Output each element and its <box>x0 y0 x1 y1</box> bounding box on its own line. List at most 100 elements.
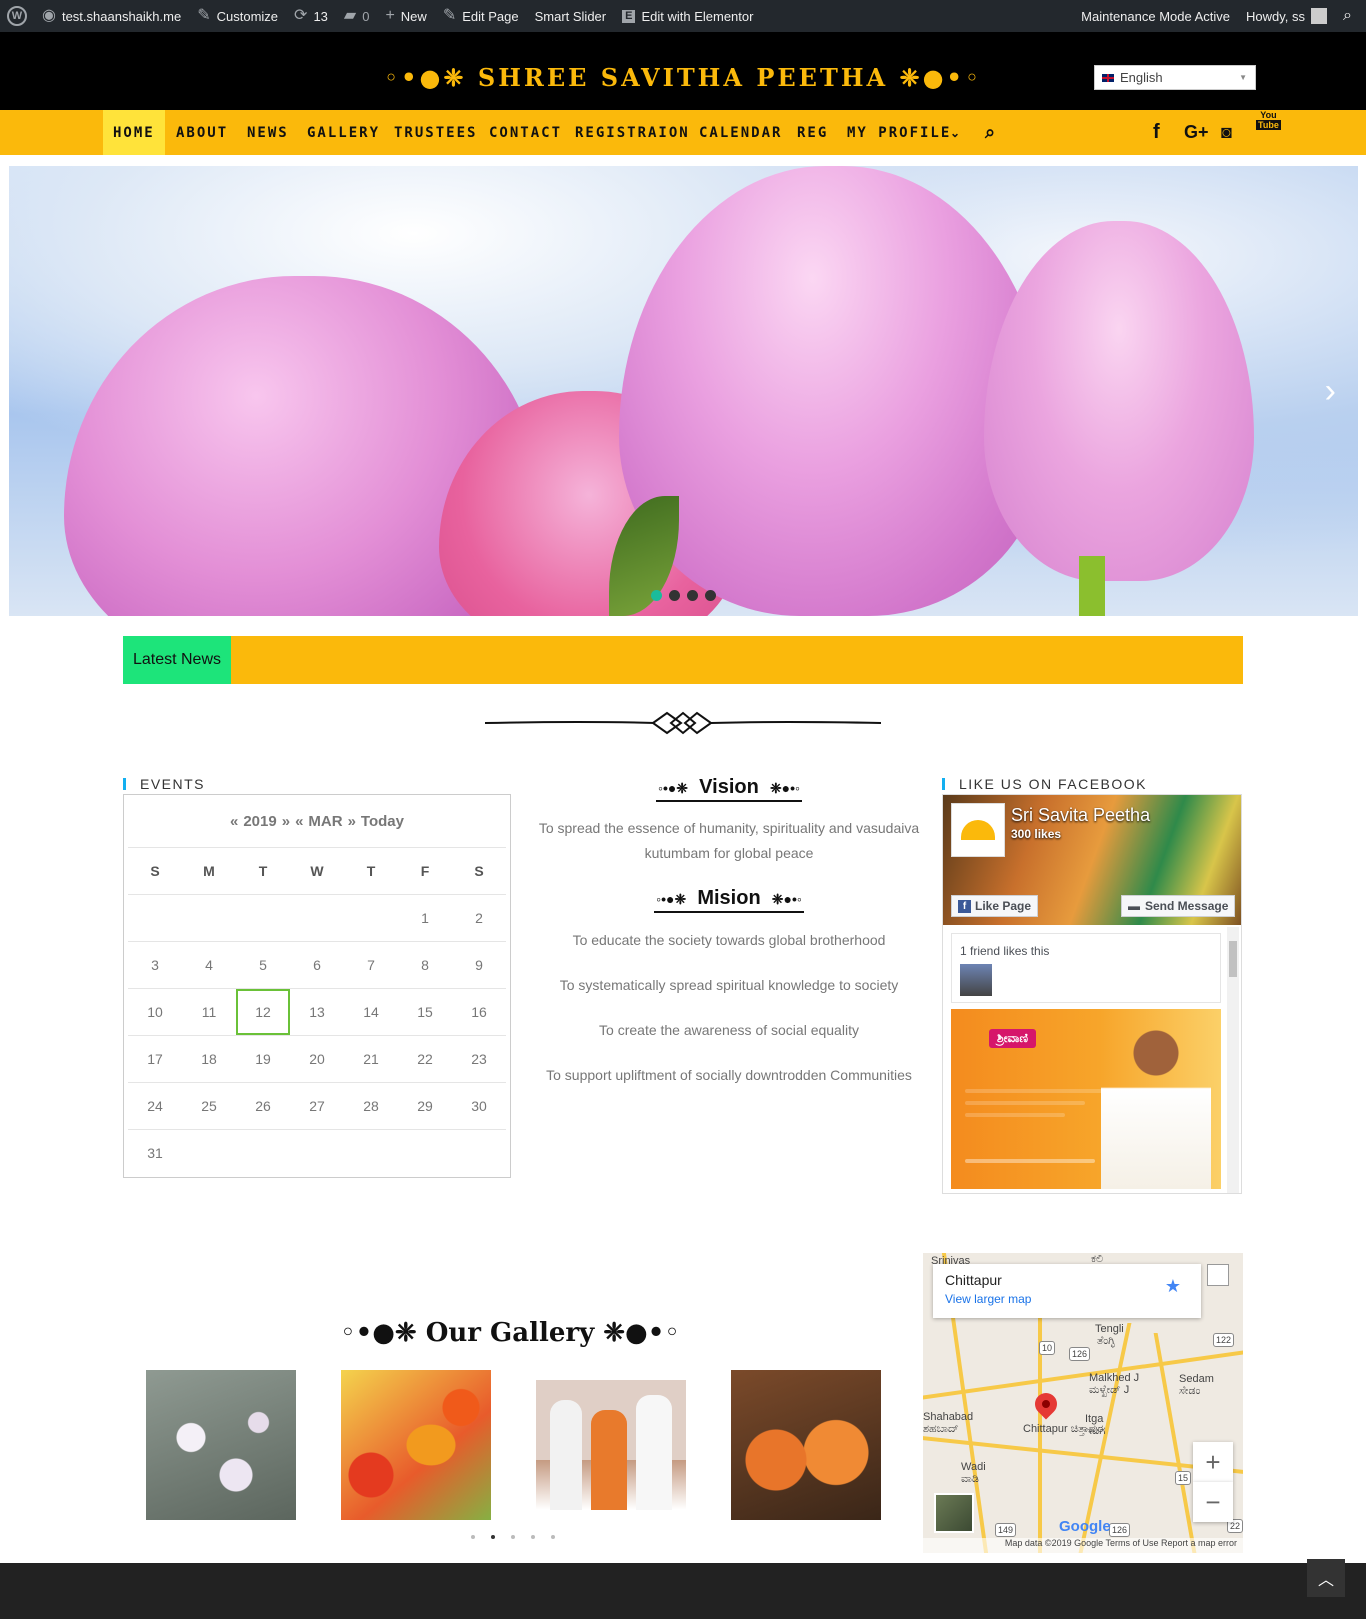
instagram-icon[interactable]: ◙ <box>1221 110 1232 155</box>
next-month-button[interactable]: » <box>348 813 356 830</box>
map-pin-icon[interactable] <box>1030 1388 1062 1420</box>
nav-about[interactable]: ABOUT <box>176 110 228 155</box>
today-button[interactable]: Today <box>361 813 404 830</box>
google-map[interactable]: Srinivas ಕಲಿ Tengli ತೆಂಗ್ಳಿ Malkhed J ಮಳ… <box>923 1253 1243 1553</box>
calendar-day[interactable]: 31 <box>128 1130 182 1176</box>
zoom-in-button[interactable]: + <box>1193 1442 1233 1482</box>
gallery-dot[interactable] <box>491 1535 495 1539</box>
slider-dot[interactable] <box>705 590 716 601</box>
gallery-dot[interactable] <box>511 1535 515 1539</box>
admin-account-menu[interactable]: Howdy, ss <box>1238 0 1335 32</box>
facebook-icon[interactable]: f <box>1153 110 1160 155</box>
satellite-toggle[interactable] <box>934 1493 974 1533</box>
calendar-day[interactable]: 25 <box>182 1083 236 1129</box>
nav-gallery[interactable]: GALLERY <box>307 110 380 155</box>
calendar-day[interactable]: 16 <box>452 989 506 1035</box>
calendar-day[interactable]: 30 <box>452 1083 506 1129</box>
nav-trustees[interactable]: TRUSTEES <box>394 110 477 155</box>
nav-calendar[interactable]: CALENDAR <box>699 110 782 155</box>
facebook-cover[interactable]: Sri Savita Peetha 300 likes f Like Page ▬… <box>943 795 1241 925</box>
gallery-dot[interactable] <box>471 1535 475 1539</box>
admin-site-link[interactable]: ◉ test.shaanshaikh.me <box>34 0 189 32</box>
nav-my-profile[interactable]: MY PROFILE <box>847 110 951 155</box>
facebook-page-name[interactable]: Sri Savita Peetha <box>1011 805 1150 826</box>
gallery-image-event[interactable] <box>536 1370 686 1520</box>
facebook-send-message-button[interactable]: ▬ Send Message <box>1121 895 1236 917</box>
wordpress-logo-icon[interactable]: W <box>0 0 34 32</box>
facebook-like-page-button[interactable]: f Like Page <box>951 895 1039 917</box>
zoom-out-button[interactable]: − <box>1193 1482 1233 1522</box>
nav-contact[interactable]: CONTACT <box>489 110 562 155</box>
gallery-dot[interactable] <box>531 1535 535 1539</box>
chevron-down-icon[interactable]: ⌄ <box>950 110 960 155</box>
gallery-dot[interactable] <box>551 1535 555 1539</box>
calendar-day[interactable]: 23 <box>452 1036 506 1082</box>
calendar-day[interactable]: 8 <box>398 942 452 988</box>
calendar-day[interactable]: 3 <box>128 942 182 988</box>
slider-dot[interactable] <box>687 590 698 601</box>
language-selector[interactable]: English ▼ <box>1094 65 1256 90</box>
calendar-day[interactable]: 19 <box>236 1036 290 1082</box>
facebook-page-logo[interactable] <box>951 803 1005 857</box>
facebook-scrollbar[interactable] <box>1227 927 1239 1193</box>
view-larger-map-link[interactable]: View larger map <box>945 1292 1189 1306</box>
friend-avatar[interactable] <box>960 964 992 996</box>
calendar-day[interactable]: 17 <box>128 1036 182 1082</box>
calendar-day[interactable]: 29 <box>398 1083 452 1129</box>
calendar-day[interactable]: 14 <box>344 989 398 1035</box>
search-icon[interactable]: ⌕ <box>985 110 995 155</box>
gallery-image-blossoms[interactable] <box>146 1370 296 1520</box>
hero-slider[interactable]: › <box>9 166 1358 616</box>
admin-customize-link[interactable]: ✎ Customize <box>189 0 286 32</box>
calendar-day[interactable]: 27 <box>290 1083 344 1129</box>
calendar-day[interactable]: 13 <box>290 989 344 1035</box>
admin-elementor-link[interactable]: E Edit with Elementor <box>614 0 761 32</box>
calendar-day[interactable]: 11 <box>182 989 236 1035</box>
calendar-day[interactable]: 22 <box>398 1036 452 1082</box>
calendar-day[interactable]: 18 <box>182 1036 236 1082</box>
calendar-day[interactable]: 7 <box>344 942 398 988</box>
calendar-day[interactable]: 12 <box>236 989 290 1035</box>
calendar-day[interactable]: 26 <box>236 1083 290 1129</box>
nav-reg[interactable]: REG <box>797 110 828 155</box>
admin-smart-slider-link[interactable]: Smart Slider <box>527 0 615 32</box>
next-year-button[interactable]: » <box>282 813 290 830</box>
fullscreen-toggle[interactable] <box>1207 1264 1229 1286</box>
calendar-day[interactable]: 1 <box>398 895 452 941</box>
calendar-weekday-row: S M T W T F S <box>128 847 506 894</box>
youtube-icon[interactable]: You Tube <box>1256 110 1281 155</box>
facebook-post-image[interactable]: ಶ್ರೀವಾಣಿ <box>951 1009 1221 1189</box>
admin-edit-page-link[interactable]: ✎ Edit Page <box>435 0 527 32</box>
calendar-day[interactable]: 10 <box>128 989 182 1035</box>
save-star-icon[interactable]: ★ <box>1165 1276 1181 1297</box>
calendar-day[interactable]: 2 <box>452 895 506 941</box>
google-plus-icon[interactable]: G+ <box>1184 110 1209 155</box>
admin-comments-link[interactable]: ▰ 0 <box>336 0 378 32</box>
scrollbar-thumb[interactable] <box>1229 941 1237 977</box>
calendar-day[interactable]: 24 <box>128 1083 182 1129</box>
slider-dot[interactable] <box>669 590 680 601</box>
gallery-image-ceremony[interactable] <box>731 1370 881 1520</box>
map-attribution[interactable]: Map data ©2019 Google Terms of Use Repor… <box>923 1538 1243 1553</box>
admin-updates-link[interactable]: ⟳ 13 <box>286 0 336 32</box>
nav-home[interactable]: HOME <box>103 110 165 155</box>
slider-dot[interactable] <box>651 590 662 601</box>
nav-news[interactable]: NEWS <box>247 110 289 155</box>
calendar-day[interactable]: 28 <box>344 1083 398 1129</box>
calendar-day[interactable]: 9 <box>452 942 506 988</box>
calendar-day[interactable]: 15 <box>398 989 452 1035</box>
prev-month-button[interactable]: « <box>295 813 303 830</box>
nav-registraion[interactable]: REGISTRAION <box>575 110 690 155</box>
slider-next-arrow-icon[interactable]: › <box>1325 372 1336 411</box>
gallery-image-butterfly[interactable] <box>341 1370 491 1520</box>
calendar-day[interactable]: 21 <box>344 1036 398 1082</box>
admin-new-link[interactable]: + New <box>377 0 434 32</box>
calendar-day[interactable]: 4 <box>182 942 236 988</box>
scroll-to-top-button[interactable]: ︿ <box>1307 1559 1345 1597</box>
calendar-day[interactable]: 5 <box>236 942 290 988</box>
calendar-day[interactable]: 20 <box>290 1036 344 1082</box>
maintenance-mode-link[interactable]: Maintenance Mode Active <box>1073 0 1238 32</box>
admin-search-icon[interactable]: ⌕ <box>1335 0 1366 32</box>
calendar-day[interactable]: 6 <box>290 942 344 988</box>
prev-year-button[interactable]: « <box>230 813 238 830</box>
